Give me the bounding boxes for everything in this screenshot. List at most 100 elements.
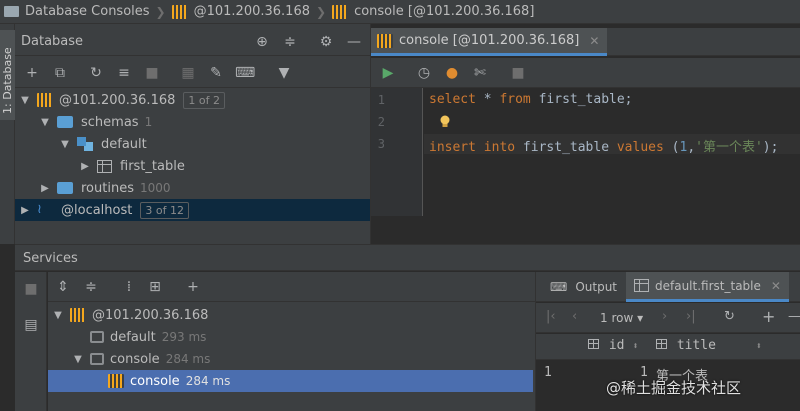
folder-icon	[4, 6, 19, 17]
database-icon	[171, 4, 188, 19]
add-row-icon[interactable]: +	[762, 307, 775, 326]
execution-time: 284 ms	[165, 352, 211, 366]
service-item-default[interactable]: default 293 ms	[72, 326, 206, 348]
tree-item-label: routines	[81, 180, 134, 196]
table-icon[interactable]: ▦	[179, 64, 197, 82]
expand-all-icon[interactable]: ⇕	[54, 278, 72, 296]
expand-arrow-icon[interactable]: ▶	[19, 205, 31, 216]
expand-arrow-icon[interactable]: ▼	[72, 354, 84, 365]
lightbulb-icon[interactable]	[439, 115, 451, 129]
code-text: ,	[687, 140, 696, 155]
history-icon[interactable]: ◷	[415, 64, 433, 82]
folder-icon	[57, 116, 73, 128]
tool-tab-database[interactable]: 1: Database	[0, 30, 15, 120]
collapse-all-icon[interactable]: ≑	[281, 33, 299, 51]
schema-count-badge: 1 of 2	[183, 91, 225, 109]
group-icon[interactable]: ⁞	[120, 278, 138, 296]
breadcrumb-label: Database Consoles	[25, 4, 150, 19]
column-label: id	[608, 338, 625, 353]
tab-console[interactable]: console [@101.200.36.168] ✕	[371, 28, 608, 56]
rows-selector[interactable]: 1 row ▾	[600, 311, 643, 325]
edit-icon[interactable]: ✎	[207, 64, 225, 82]
wrench-icon[interactable]: ✄	[471, 64, 489, 82]
services-toolbar: ⇕ ≑ ⁞ ⊞ +	[48, 272, 535, 302]
column-header-id[interactable]: id ⬍	[588, 338, 638, 353]
tree-item-routines[interactable]: ▶ routines 1000	[39, 177, 170, 199]
tab-output[interactable]: ⌨ Output	[550, 272, 617, 302]
collapse-all-icon[interactable]: ≑	[82, 278, 100, 296]
code-text: first_table;	[530, 92, 633, 107]
chevron-right-icon: ❯	[155, 4, 166, 19]
run-icon[interactable]: ▶	[379, 64, 397, 82]
sort-icon[interactable]: ⬍	[756, 341, 762, 352]
minimize-icon[interactable]: —	[345, 33, 363, 51]
tree-item-label: @101.200.36.168	[92, 307, 209, 323]
code-text: (	[663, 140, 680, 155]
next-page-icon[interactable]: ›	[662, 309, 667, 324]
folder-icon	[57, 182, 73, 194]
keyword: from	[499, 92, 531, 107]
layout-icon[interactable]: ▤	[22, 316, 40, 334]
tree-item-host[interactable]: ▼ @101.200.36.168 1 of 2	[19, 89, 225, 111]
console-icon[interactable]: ⌨	[235, 64, 255, 82]
tab-label: Output	[575, 280, 618, 294]
tool-tab-label: 1: Database	[1, 47, 14, 114]
tree-item-label: first_table	[120, 158, 185, 174]
breadcrumb: Database Consoles ❯ @101.200.36.168 ❯ co…	[0, 0, 800, 24]
previous-page-icon[interactable]: ‹	[572, 309, 577, 324]
expand-arrow-icon[interactable]: ▶	[79, 161, 91, 172]
execution-time: 293 ms	[161, 330, 207, 344]
new-tab-icon[interactable]: ⊞	[146, 278, 164, 296]
expand-arrow-icon[interactable]: ▼	[59, 139, 71, 150]
expand-arrow-icon[interactable]: ▼	[52, 310, 64, 321]
code-line-3[interactable]: insert into first_table values (1,'第一个表'…	[429, 136, 778, 155]
tree-item-label: console	[130, 373, 180, 389]
last-page-icon[interactable]: ›|	[686, 309, 696, 324]
service-item-console-session[interactable]: console 284 ms	[48, 370, 533, 392]
tree-item-first-table[interactable]: ▶ first_table	[79, 155, 185, 177]
editor-empty-area	[371, 216, 800, 244]
sort-icon[interactable]: ⬍	[632, 341, 638, 352]
refresh-icon[interactable]: ↻	[87, 64, 105, 82]
schema-settings-icon[interactable]: ≡	[115, 64, 133, 82]
first-page-icon[interactable]: |‹	[546, 309, 556, 324]
keyword: insert	[429, 140, 476, 155]
tree-item-schemas[interactable]: ▼ schemas 1	[39, 111, 152, 133]
database-icon	[377, 33, 393, 48]
add-icon[interactable]: +	[23, 64, 41, 82]
stop-icon[interactable]: ■	[22, 280, 40, 298]
target-icon[interactable]: ⊕	[253, 33, 271, 51]
expand-arrow-icon[interactable]: ▼	[39, 117, 51, 128]
close-icon[interactable]: ✕	[589, 34, 599, 48]
stop-icon[interactable]: ■	[143, 64, 161, 82]
expand-arrow-icon[interactable]: ▼	[19, 95, 31, 106]
transaction-mode-icon[interactable]: ●	[443, 64, 461, 82]
remove-row-icon[interactable]: —	[788, 309, 800, 324]
code-editor[interactable]: select * from first_table; insert into f…	[424, 88, 800, 216]
key-column-icon	[588, 339, 599, 349]
service-item-console[interactable]: ▼ console 284 ms	[72, 348, 210, 370]
stop-icon[interactable]: ■	[509, 64, 527, 82]
column-label: title	[676, 338, 716, 353]
breadcrumb-item-console[interactable]: ❯ console [@101.200.36.168]	[310, 4, 534, 19]
service-item-host[interactable]: ▼ @101.200.36.168	[52, 304, 208, 326]
code-line-1[interactable]: select * from first_table;	[429, 92, 633, 107]
breadcrumb-item-consoles[interactable]: Database Consoles	[4, 4, 150, 19]
add-icon[interactable]: +	[184, 278, 202, 296]
expand-arrow-icon[interactable]: ▶	[39, 183, 51, 194]
column-header-title[interactable]: title ⬍	[656, 338, 762, 353]
tree-item-label: default	[101, 136, 147, 152]
watermark: @稀土掘金技术社区	[606, 379, 742, 397]
refresh-icon[interactable]: ↻	[724, 309, 735, 324]
breadcrumb-item-host[interactable]: ❯ @101.200.36.168	[150, 4, 310, 19]
close-icon[interactable]: ✕	[771, 279, 781, 293]
execution-time: 284 ms	[185, 374, 231, 388]
filter-icon[interactable]: ▼	[275, 64, 293, 82]
tab-default-first-table[interactable]: default.first_table ✕	[626, 272, 789, 302]
tree-item-label: default	[110, 329, 156, 345]
editor-tabs: console [@101.200.36.168] ✕	[371, 28, 800, 56]
gear-icon[interactable]: ⚙	[317, 33, 335, 51]
tree-item-default[interactable]: ▼ default	[59, 133, 147, 155]
tree-item-localhost[interactable]: ▶ ≀ @localhost 3 of 12	[15, 199, 370, 221]
copy-icon[interactable]: ⧉	[51, 64, 69, 82]
